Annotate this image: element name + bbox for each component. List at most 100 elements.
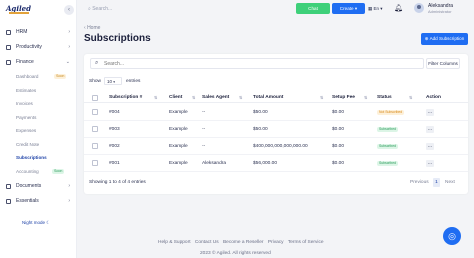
agiled-logo[interactable]: Agiled [6,4,31,16]
footer-link-contact[interactable]: Contact Us [195,240,219,245]
row-checkbox[interactable] [92,143,98,149]
table-search[interactable]: ⌕ [90,58,424,69]
footer-link-terms[interactable]: Terms of Service [288,240,324,245]
cell-subscription-id[interactable]: #003 [109,121,120,138]
status-badge: Subscribed [377,161,398,166]
pagination: Previous 1 Next [410,178,460,187]
header-status[interactable]: Status [377,93,392,103]
sidebar-subitem-expenses[interactable]: Expenses [16,126,74,135]
night-mode-label: Night mode [22,220,46,225]
chevron-right-icon: › [68,29,70,35]
page-size-select[interactable]: 10 ▾ [104,77,122,85]
row-checkbox[interactable] [92,109,98,115]
sort-icon[interactable]: ⇅ [154,95,157,100]
row-checkbox[interactable] [92,160,98,166]
footer-link-privacy[interactable]: Privacy [268,240,284,245]
sidebar-item-essentials[interactable]: Essentials › [0,196,77,207]
help-chat-button[interactable]: ◎ [443,227,461,245]
cell-setup-fee: $0.00 [332,110,345,115]
footer-link-reseller[interactable]: Become a Reseller [223,240,264,245]
sidebar-item-label: HRM [16,29,28,35]
pagination-page[interactable]: 1 [433,178,440,187]
sidebar-subitem-accounting[interactable]: Accounting Soon [16,167,74,176]
cell-client: Example [169,144,188,149]
sidebar: Agiled ‹ HRM › Productivity › Finance ⌄ … [0,0,77,258]
filter-columns-button[interactable]: Filter Columns [426,58,460,69]
show-label: Show [89,79,101,84]
collapse-sidebar-icon[interactable]: ‹ [64,5,74,15]
subitem-label: Accounting [16,169,39,174]
sort-icon[interactable]: ⇅ [192,95,195,100]
sidebar-item-label: Productivity [16,44,42,50]
sidebar-item-finance[interactable]: Finance ⌄ [0,57,77,68]
row-action-button[interactable]: ... [426,143,434,150]
night-mode-toggle[interactable]: Night mode ☾ [22,220,50,226]
cell-sales-agent: -- [202,144,206,149]
cell-subscription-id[interactable]: #002 [109,138,120,155]
chevron-down-icon: ⌄ [65,59,70,65]
sort-icon[interactable]: ⇅ [409,95,412,100]
sidebar-subitem-dashboard[interactable]: Dashboard Soon [16,72,74,81]
cell-total-amount: $400,000,000,000,000.00 [253,144,308,149]
header-total-amount[interactable]: Total Amount [253,93,283,103]
breadcrumb-home[interactable]: Home [87,25,100,31]
cell-sales-agent: -- [202,110,206,115]
sidebar-item-documents[interactable]: Documents › [0,181,77,192]
table-row[interactable]: #003 Example -- $50.00 $0.00 Subscribed … [84,121,468,138]
row-action-button[interactable]: ... [426,160,434,167]
table-info: Showing 1 to 4 of 4 entries [89,180,146,185]
footer-link-help[interactable]: Help & Support [158,240,191,245]
sidebar-subitem-credit-note[interactable]: Credit Note [16,140,74,149]
add-subscription-button[interactable]: ⊕ Add Subscription [421,33,468,45]
cell-subscription-id[interactable]: #001 [109,155,120,172]
sidebar-item-productivity[interactable]: Productivity › [0,42,77,53]
header-client[interactable]: Client [169,93,182,103]
table-row[interactable]: #002 Example -- $400,000,000,000,000.00 … [84,138,468,155]
select-all-checkbox[interactable] [92,95,98,101]
sort-icon[interactable]: ⇅ [364,95,367,100]
chat-button[interactable]: Chat [296,3,330,14]
row-checkbox[interactable] [92,126,98,132]
pagination-next[interactable]: Next [445,178,455,187]
cell-subscription-id[interactable]: #004 [109,104,120,121]
sidebar-subitem-subscriptions[interactable]: Subscriptions [16,153,74,162]
top-bar: ⌕ Search... Chat Create ▾ ▦ En ▾ 🔔︎ Alek… [78,0,474,18]
logo-underline [9,12,29,14]
sort-icon[interactable]: ⇅ [320,95,323,100]
sidebar-item-label: Essentials [16,198,39,204]
language-select[interactable]: ▦ En ▾ [368,4,390,13]
chevron-down-icon: ▾ [113,80,116,84]
global-search[interactable]: ⌕ Search... [88,4,168,14]
table-header: Subscription # ⇅ Client ⇅ Sales Agent ⇅ … [84,93,468,103]
sidebar-item-hrm[interactable]: HRM › [0,27,77,38]
soon-badge: Soon [54,74,67,79]
header-setup-fee[interactable]: Setup Fee [332,93,355,103]
create-button[interactable]: Create ▾ [332,3,365,14]
status-badge: Not Subscribed [377,110,405,115]
chevron-down-icon: ▾ [354,6,358,11]
document-icon [6,184,11,189]
chevron-down-icon: ▾ [380,6,383,11]
sort-icon[interactable]: ⇅ [239,95,242,100]
cell-setup-fee: $0.00 [332,161,345,166]
row-action-button[interactable]: ... [426,126,434,133]
table-row[interactable]: #001 Example Aleksandra $56,000.00 $0.00… [84,155,468,172]
avatar[interactable] [414,3,424,13]
sidebar-subitem-invoices[interactable]: Invoices [16,99,74,108]
row-action-button[interactable]: ... [426,109,434,116]
bell-icon[interactable]: 🔔︎ [394,4,403,13]
sidebar-subitem-payments[interactable]: Payments [16,113,74,122]
pagination-previous[interactable]: Previous [410,178,429,187]
breadcrumb[interactable]: ‹ Home [84,25,100,31]
header-subscription[interactable]: Subscription # [109,93,142,103]
page-title: Subscriptions [84,33,151,44]
table-row[interactable]: #004 Example -- $50.00 $0.00 Not Subscri… [84,104,468,121]
page-size-value: 10 [107,79,113,84]
language-label: En [373,6,380,11]
chevron-right-icon: › [68,198,70,204]
moon-icon: ☾ [46,220,51,225]
header-sales-agent[interactable]: Sales Agent [202,93,229,103]
table-search-input[interactable] [104,60,404,68]
sidebar-subitem-estimates[interactable]: Estimates [16,86,74,95]
search-icon: ⌕ [95,60,99,66]
